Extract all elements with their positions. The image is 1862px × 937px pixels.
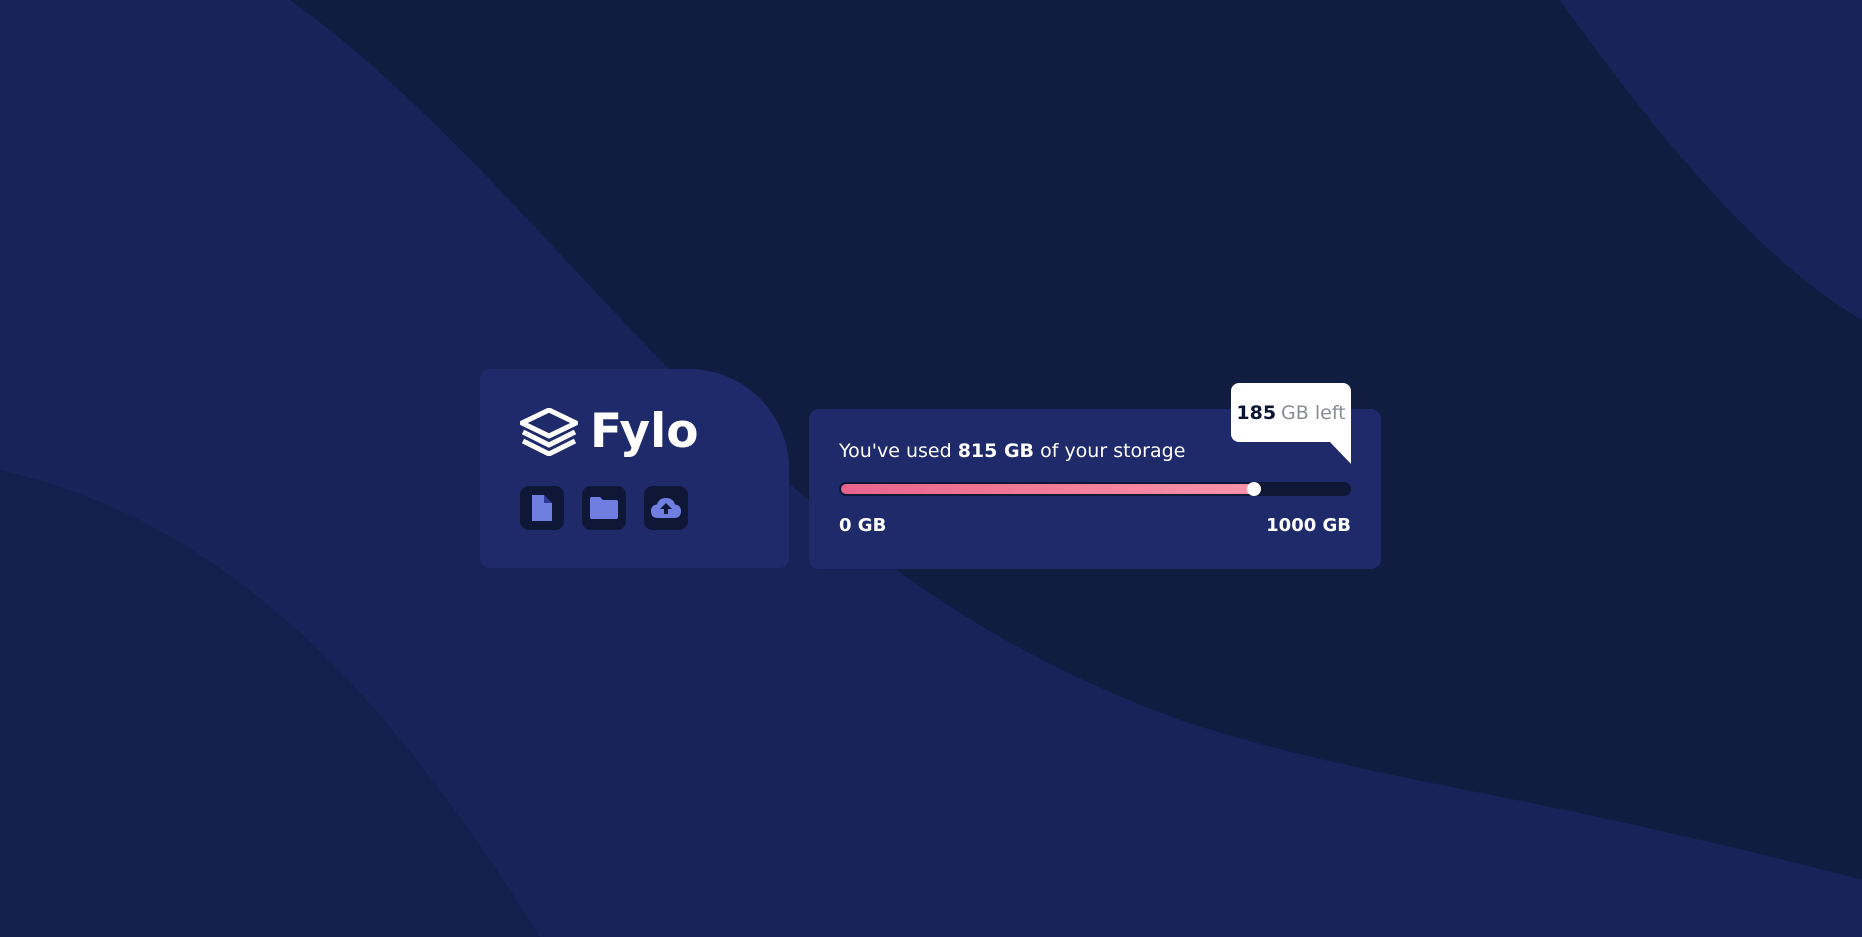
upload-button[interactable] [644, 486, 688, 530]
brand-card: Fylo [480, 369, 789, 568]
storage-progress-bar [839, 482, 1351, 496]
remaining-callout: 185 GB left [1231, 383, 1351, 464]
action-buttons [520, 486, 789, 530]
callout-tail [1330, 442, 1351, 464]
logo: Fylo [520, 405, 789, 459]
usage-prefix: You've used [839, 440, 958, 462]
usage-suffix: of your storage [1034, 440, 1186, 462]
max-label: 1000 GB [1266, 515, 1351, 536]
remaining-unit: GB left [1281, 401, 1346, 424]
progress-fill [841, 484, 1256, 494]
upload-icon [651, 498, 681, 518]
min-label: 0 GB [839, 515, 887, 536]
scale-labels: 0 GB 1000 GB [839, 515, 1351, 536]
remaining-number: 185 [1236, 401, 1277, 424]
usage-text: You've used 815 GB of your storage [839, 439, 1351, 463]
folders-button[interactable] [582, 486, 626, 530]
layers-icon [520, 408, 578, 456]
usage-amount: 815 GB [957, 440, 1035, 462]
brand-name: Fylo [590, 404, 699, 459]
document-icon [532, 495, 552, 521]
documents-button[interactable] [520, 486, 564, 530]
progress-knob [1247, 482, 1261, 496]
folder-icon [590, 497, 618, 519]
